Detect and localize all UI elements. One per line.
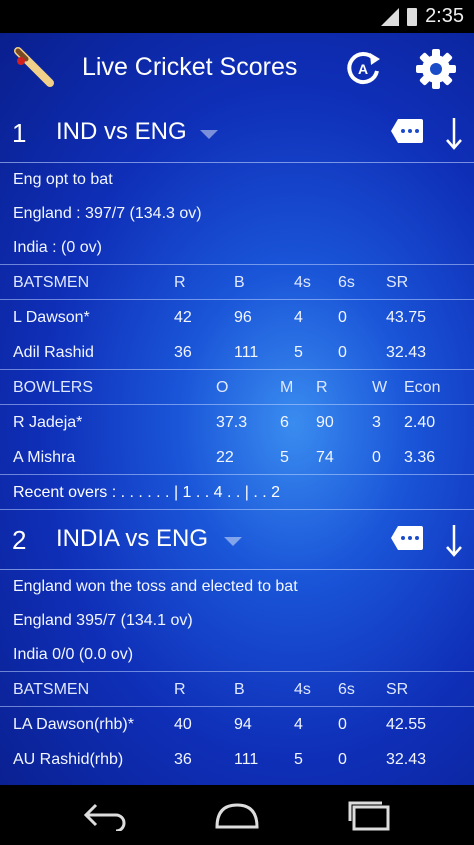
stat-value: 40 [174, 716, 192, 733]
match-name: IND vs ENG [56, 118, 187, 145]
home-icon[interactable] [213, 799, 261, 831]
stat-value: 5 [294, 751, 303, 768]
stat-value: 6 [280, 414, 289, 431]
arrow-down-icon[interactable] [444, 115, 464, 151]
column-header: 6s [338, 681, 355, 698]
stat-value: 37.3 [216, 414, 248, 431]
stat-value: 0 [372, 449, 381, 466]
stat-value: 90 [316, 414, 334, 431]
match-header[interactable]: 2 INDIA vs ENG [0, 510, 474, 570]
stat-value: 5 [294, 344, 303, 361]
status-bar: 2:35 [0, 0, 474, 33]
column-header: Econ [404, 379, 441, 396]
player-name: A Mishra [13, 449, 76, 466]
stat-value: 0 [338, 309, 347, 326]
batsman-row: Adil Rashid 36 111 5 0 32.43 [0, 335, 474, 370]
stat-value: 3 [372, 414, 381, 431]
column-header: W [372, 379, 388, 396]
stat-value: 22 [216, 449, 234, 466]
column-header: R [174, 681, 186, 698]
stat-value: 3.36 [404, 449, 436, 466]
column-header: M [280, 379, 294, 396]
column-header: 4s [294, 274, 311, 291]
stat-value: 111 [234, 344, 259, 361]
batting-header-row: BATSMEN R B 4s 6s SR [0, 265, 474, 300]
stat-value: 4 [294, 716, 303, 733]
match-number: 2 [12, 525, 27, 555]
navigation-bar [0, 785, 474, 845]
stat-value: 36 [174, 344, 192, 361]
innings-score: India : (0 ov) [0, 231, 474, 265]
stat-value: 96 [234, 309, 252, 326]
battery-icon [407, 7, 418, 26]
column-header: BATSMEN [13, 274, 90, 291]
column-header: 6s [338, 274, 355, 291]
stat-value: 42 [174, 309, 192, 326]
stat-value: 5 [280, 449, 289, 466]
bowler-row: R Jadeja* 37.3 6 90 3 2.40 [0, 405, 474, 440]
stat-value: 94 [234, 716, 252, 733]
stat-value: 32.43 [386, 751, 427, 768]
stat-value: 2.40 [404, 414, 436, 431]
status-time: 2:35 [425, 5, 464, 27]
innings-score: England 395/7 (134.1 ov) [13, 612, 193, 629]
column-header: R [316, 379, 328, 396]
cricket-bat-icon [14, 47, 54, 87]
column-header: BATSMEN [13, 681, 90, 698]
stat-value: 36 [174, 751, 192, 768]
match-header[interactable]: 1 IND vs ENG [0, 103, 474, 163]
column-header: B [234, 274, 245, 291]
stat-value: 4 [294, 309, 303, 326]
player-name: LA Dawson(rhb)* [13, 716, 134, 733]
toolbar: Live Cricket Scores A [0, 33, 474, 103]
match-number: 1 [12, 118, 27, 148]
column-header: SR [386, 681, 409, 698]
match-name: INDIA vs ENG [56, 525, 209, 552]
back-icon[interactable] [82, 799, 130, 831]
batsman-row: L Dawson* 42 96 4 0 43.75 [0, 300, 474, 335]
gear-icon[interactable] [414, 47, 458, 91]
recent-apps-icon[interactable] [346, 799, 394, 831]
stat-value: 32.43 [386, 344, 427, 361]
player-name: Adil Rashid [13, 344, 94, 361]
chevron-down-icon[interactable] [224, 537, 242, 546]
comment-icon[interactable] [390, 525, 424, 551]
arrow-down-icon[interactable] [444, 522, 464, 558]
column-header: 4s [294, 681, 311, 698]
innings-score: England : 397/7 (134.3 ov) [13, 205, 202, 222]
stat-value: 74 [316, 449, 334, 466]
column-header: O [216, 379, 229, 396]
recent-overs: Recent overs : . . . . . . | 1 . . 4 . .… [0, 475, 474, 510]
player-name: R Jadeja* [13, 414, 83, 431]
chevron-down-icon[interactable] [200, 130, 218, 139]
bowling-header-row: BOWLERS O M R W Econ [0, 370, 474, 405]
match-status: Eng opt to bat [13, 171, 113, 188]
player-name: L Dawson* [13, 309, 90, 326]
stat-value: 111 [234, 751, 259, 768]
stat-value: 43.75 [386, 309, 427, 326]
column-header: R [174, 274, 186, 291]
refresh-icon[interactable]: A [344, 49, 382, 87]
column-header: SR [386, 274, 409, 291]
innings-score: India 0/0 (0.0 ov) [0, 638, 474, 672]
svg-text:A: A [358, 61, 368, 77]
stat-value: 0 [338, 716, 347, 733]
player-name: AU Rashid(rhb) [13, 751, 124, 768]
bowler-row: A Mishra 22 5 74 0 3.36 [0, 440, 474, 475]
stat-value: 0 [338, 344, 347, 361]
batting-header-row: BATSMEN R B 4s 6s SR [0, 672, 474, 707]
comment-icon[interactable] [390, 118, 424, 144]
signal-icon [381, 7, 400, 26]
column-header: B [234, 681, 245, 698]
column-header: BOWLERS [13, 379, 94, 396]
batsman-row: AU Rashid(rhb) 36 111 5 0 32.43 [0, 742, 474, 777]
app-content: Live Cricket Scores A 1 IND vs ENG Eng o… [0, 33, 474, 785]
stat-value: 0 [338, 751, 347, 768]
app-title: Live Cricket Scores [82, 53, 298, 81]
match-status: England won the toss and elected to bat [13, 578, 298, 595]
stat-value: 42.55 [386, 716, 427, 733]
batsman-row: LA Dawson(rhb)* 40 94 4 0 42.55 [0, 707, 474, 742]
